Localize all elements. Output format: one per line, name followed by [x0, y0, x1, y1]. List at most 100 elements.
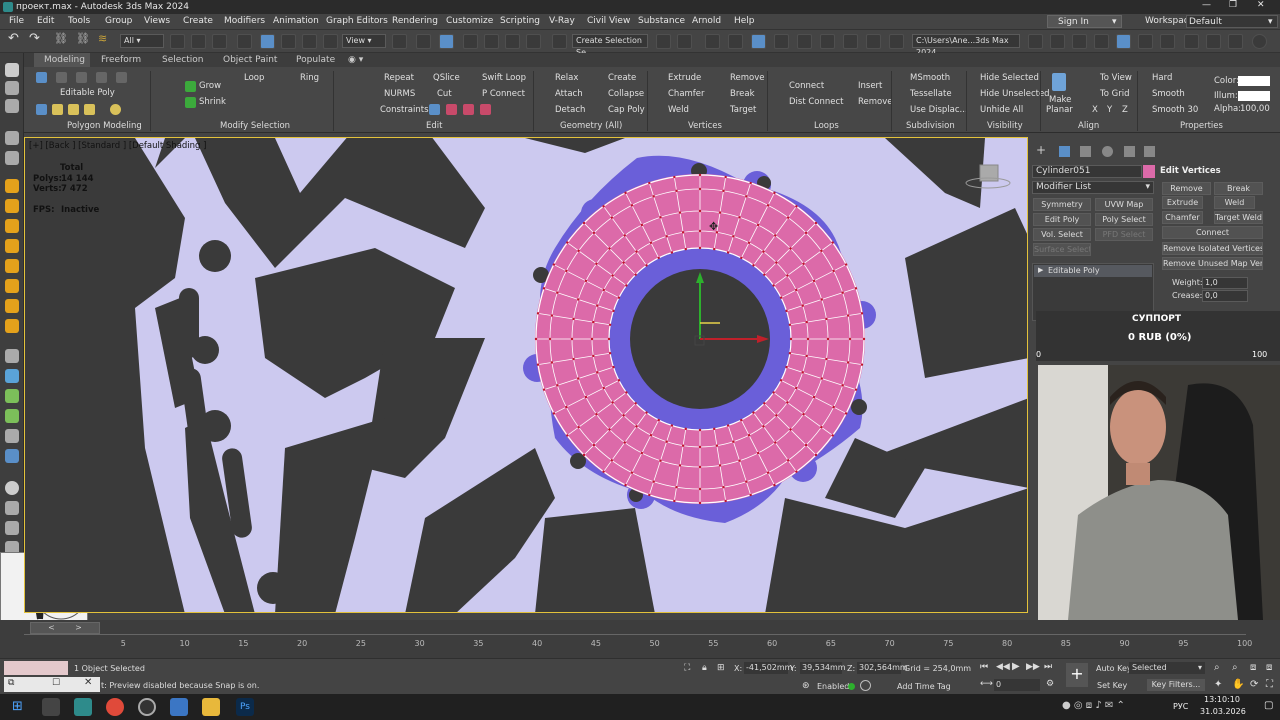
smooth-button[interactable]: Smooth [1152, 89, 1185, 99]
object-color-swatch[interactable] [1143, 165, 1155, 178]
undo-icon[interactable]: ↶ [8, 31, 23, 46]
menu-modifiers[interactable]: Modifiers [224, 16, 265, 26]
dist-connect-button[interactable]: Dist Connect [789, 97, 844, 107]
maximize-icon[interactable]: ❐ [1229, 0, 1237, 10]
script-close-icon[interactable]: ✕ [84, 677, 92, 688]
orbit-icon[interactable]: ⟳ [1250, 679, 1258, 690]
time-tag-icon[interactable] [860, 680, 871, 691]
key-filters-button[interactable]: Key Filters... [1147, 679, 1205, 691]
hierarchy-tab-icon[interactable] [1080, 146, 1091, 157]
edge-mode-icon[interactable] [56, 72, 67, 83]
adaptive-icon[interactable]: ⊛ [802, 681, 810, 691]
illum-swatch[interactable] [1238, 91, 1270, 101]
tessellate-button[interactable]: Tessellate [910, 89, 952, 99]
menu-animation[interactable]: Animation [273, 16, 319, 26]
grow-icon[interactable] [185, 81, 196, 92]
menu-vray[interactable]: V-Ray [549, 16, 575, 26]
chamfer-button[interactable]: Chamfer [668, 89, 705, 99]
close-icon[interactable]: ✕ [1257, 0, 1265, 10]
systems-icon[interactable] [5, 319, 19, 333]
select-scale-icon[interactable] [302, 34, 317, 49]
pfd-select-button[interactable]: PFD Select [1095, 228, 1153, 241]
next-frame-icon[interactable]: ▶▶ [1026, 662, 1040, 672]
loops-header[interactable]: Loops [814, 121, 839, 131]
pan-icon[interactable]: ✋ [1232, 679, 1244, 690]
shrink-icon[interactable] [185, 97, 196, 108]
cp-connect-button[interactable]: Connect [1162, 226, 1263, 239]
layer-explorer-icon[interactable] [728, 34, 743, 49]
edit-vertices-header[interactable]: Edit Vertices [1160, 166, 1221, 176]
color-swatch[interactable] [1238, 76, 1270, 86]
nurms-button[interactable]: NURMS [384, 89, 415, 99]
align-icon[interactable] [677, 34, 692, 49]
photoshop-taskbar-icon[interactable]: Ps [236, 698, 254, 716]
modify-tab-icon[interactable] [1059, 146, 1070, 157]
minimize-icon[interactable]: — [1202, 0, 1211, 10]
attach-button[interactable]: Attach [555, 89, 583, 99]
expand-icon[interactable]: ▶ [1038, 266, 1043, 274]
weight-field[interactable]: 1,0 [1202, 277, 1248, 289]
select-object-icon[interactable] [170, 34, 185, 49]
align-y-button[interactable]: Y [1107, 105, 1112, 115]
connect-button[interactable]: Connect [789, 81, 824, 91]
display-icon[interactable] [5, 151, 19, 165]
tab-populate[interactable]: Populate [296, 55, 335, 65]
unhide-all-button[interactable]: Unhide All [980, 105, 1023, 115]
isolate-icon[interactable] [68, 104, 79, 115]
extrude-button[interactable]: Extrude [668, 73, 701, 83]
constraint-face-icon[interactable] [463, 104, 474, 115]
go-to-end-icon[interactable]: ⏭ [1044, 662, 1052, 672]
poly-select-button[interactable]: Poly Select [1095, 213, 1153, 226]
loops-remove-button[interactable]: Remove [858, 97, 893, 107]
modify-selection-header[interactable]: Modify Selection [220, 121, 290, 131]
viewport[interactable]: ✥ [+] [Back ] [Standard ] [Default Shadi… [24, 137, 1028, 613]
shape-icon[interactable] [5, 219, 19, 233]
menu-help[interactable]: Help [734, 16, 755, 26]
help-icon[interactable] [1252, 34, 1267, 49]
use-displacement-button[interactable]: Use Displac... [910, 105, 968, 115]
constraint-normal-icon[interactable] [480, 104, 491, 115]
reference-coord-select[interactable]: View ▾ [342, 34, 386, 48]
edit-poly-button[interactable]: Edit Poly [1033, 213, 1091, 226]
go-to-start-icon[interactable]: ⏮ [980, 662, 988, 672]
menu-scripting[interactable]: Scripting [500, 16, 540, 26]
auto-key-button[interactable]: Auto Key [1096, 664, 1132, 673]
polygon-modeling-header[interactable]: Polygon Modeling [67, 121, 142, 131]
hide-icon[interactable] [110, 104, 121, 115]
make-planar-button[interactable]: Make [1049, 95, 1071, 105]
cp-break-button[interactable]: Break [1214, 182, 1263, 195]
target-button[interactable]: Target [730, 105, 756, 115]
tube-icon[interactable] [5, 409, 19, 423]
selection-filter[interactable]: All ▾ [120, 34, 164, 48]
properties-header[interactable]: Properties [1180, 121, 1223, 131]
object-name-field[interactable]: Cylinder051 [1032, 165, 1142, 178]
spacewarp-icon[interactable] [5, 299, 19, 313]
prev-frame-icon[interactable]: ◀◀ [996, 662, 1010, 672]
rendered-frame-icon[interactable] [866, 34, 881, 49]
time-slider[interactable]: < > [30, 622, 100, 634]
alpha-field[interactable]: 100,00 [1240, 104, 1270, 114]
unlink-icon[interactable]: ⛓ [76, 32, 91, 47]
key-mode-select[interactable]: Selected ▾ [1129, 662, 1205, 674]
menu-tools[interactable]: Tools [68, 16, 90, 26]
tray-icons[interactable]: ● ◎ ⧈ ♪ ✉ ⌃ [1062, 700, 1125, 711]
align-z-button[interactable]: Z [1122, 105, 1128, 115]
menu-rendering[interactable]: Rendering [392, 16, 438, 26]
fov-icon[interactable]: ✦ [1214, 679, 1222, 690]
render-setup-icon[interactable] [843, 34, 858, 49]
align-x-button[interactable]: X [1092, 105, 1098, 115]
zoom-extents-icon[interactable]: ⧈ [1250, 662, 1256, 673]
bind-space-warp-icon[interactable]: ≋ [98, 32, 113, 47]
play-icon[interactable]: ▶ [1012, 661, 1020, 672]
material-editor-icon[interactable] [820, 34, 835, 49]
menu-edit[interactable]: Edit [37, 16, 54, 26]
hide-selected-button[interactable]: Hide Selected [980, 73, 1039, 83]
add-time-tag-button[interactable]: Add Time Tag [897, 682, 951, 691]
snap-3-icon[interactable] [463, 34, 478, 49]
menu-create[interactable]: Create [183, 16, 213, 26]
absolute-mode-icon[interactable]: ⊞ [717, 663, 725, 673]
terrain-icon[interactable] [5, 179, 19, 193]
3dsmax-taskbar-icon[interactable] [74, 698, 92, 716]
z-coordinate[interactable]: 302,564mm [857, 662, 908, 674]
placement-icon[interactable] [323, 34, 338, 49]
